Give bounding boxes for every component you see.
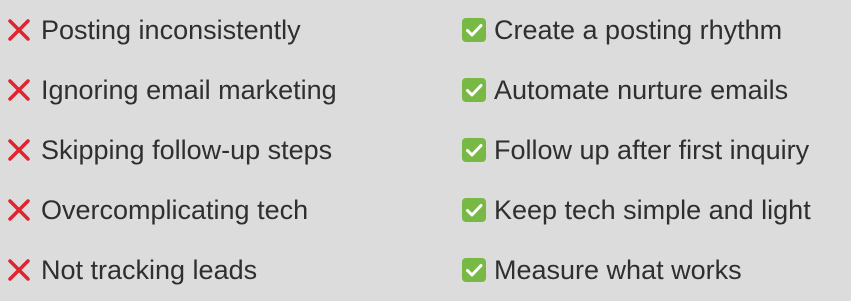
fix-label: Automate nurture emails bbox=[494, 74, 789, 105]
fix-label: Create a posting rhythm bbox=[494, 14, 783, 45]
mistake-item: Skipping follow-up steps bbox=[4, 120, 337, 180]
fix-label: Follow up after first inquiry bbox=[494, 134, 810, 165]
mistakes-vs-fixes-comparison: Posting inconsistently Ignoring email ma… bbox=[0, 0, 851, 301]
fix-label: Keep tech simple and light bbox=[494, 194, 811, 225]
fix-item: Keep tech simple and light bbox=[462, 180, 811, 240]
cross-icon bbox=[4, 75, 34, 105]
check-icon bbox=[462, 258, 486, 282]
mistake-item: Posting inconsistently bbox=[4, 0, 337, 60]
fixes-column: Create a posting rhythm Automate nurture… bbox=[462, 0, 811, 300]
cross-icon bbox=[4, 195, 34, 225]
cross-icon bbox=[4, 135, 34, 165]
cross-icon bbox=[4, 15, 34, 45]
fix-item: Measure what works bbox=[462, 240, 811, 300]
cross-icon bbox=[4, 255, 34, 285]
fix-label: Measure what works bbox=[494, 254, 742, 285]
check-icon bbox=[462, 78, 486, 102]
check-icon bbox=[462, 198, 486, 222]
mistake-label: Ignoring email marketing bbox=[41, 74, 337, 105]
fix-item: Create a posting rhythm bbox=[462, 0, 811, 60]
fix-item: Follow up after first inquiry bbox=[462, 120, 811, 180]
mistake-item: Overcomplicating tech bbox=[4, 180, 337, 240]
mistake-item: Ignoring email marketing bbox=[4, 60, 337, 120]
mistake-label: Not tracking leads bbox=[41, 254, 258, 285]
mistake-label: Skipping follow-up steps bbox=[41, 134, 333, 165]
mistakes-column: Posting inconsistently Ignoring email ma… bbox=[4, 0, 337, 300]
check-icon bbox=[462, 18, 486, 42]
mistake-label: Overcomplicating tech bbox=[41, 194, 309, 225]
mistake-item: Not tracking leads bbox=[4, 240, 337, 300]
mistake-label: Posting inconsistently bbox=[41, 14, 301, 45]
fix-item: Automate nurture emails bbox=[462, 60, 811, 120]
check-icon bbox=[462, 138, 486, 162]
